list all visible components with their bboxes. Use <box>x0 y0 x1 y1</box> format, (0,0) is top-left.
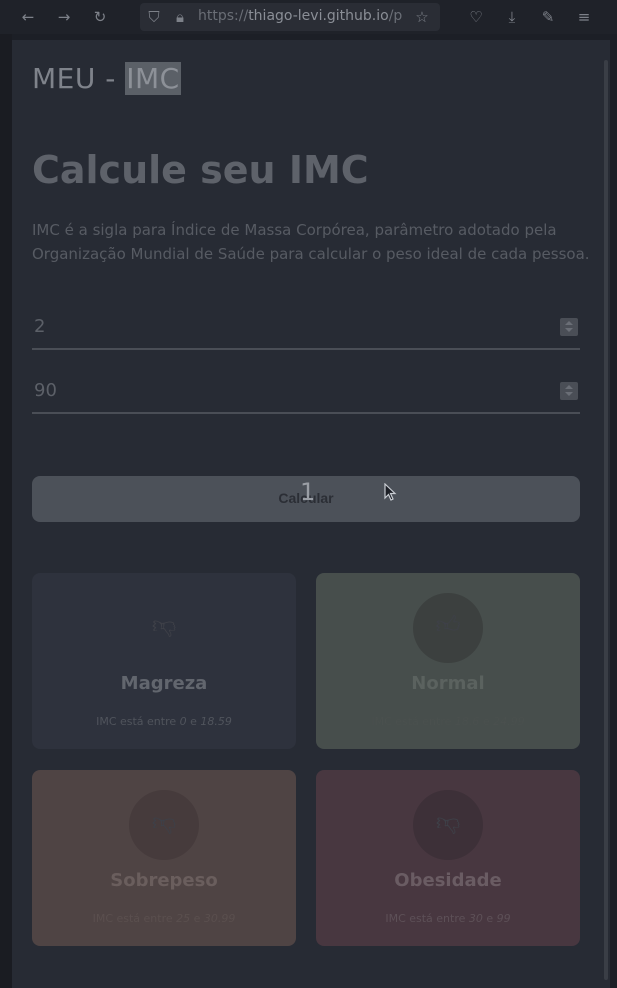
category-name: Magreza <box>120 673 208 694</box>
category-name: Obesidade <box>394 870 502 891</box>
page-description: IMC é a sigla para Índice de Massa Corpó… <box>32 221 590 263</box>
result-value: 1 <box>300 478 316 506</box>
height-stepper[interactable] <box>560 318 578 336</box>
category-range: IMC está entre 30 e 99 <box>385 912 511 925</box>
thumbs-down-icon: 👎︎ <box>151 611 177 639</box>
thumbs-up-icon: 👍︎ <box>435 611 461 639</box>
scrollbar[interactable] <box>604 60 608 980</box>
lock-icon[interactable]: 🔒︎ <box>170 7 190 27</box>
category-card-sobrepeso: 👎︎ Sobrepeso IMC está entre 25 e 30.99 <box>32 770 296 946</box>
height-input[interactable] <box>34 316 534 337</box>
mouse-cursor-icon <box>384 483 397 501</box>
extensions-icon[interactable]: ✎ <box>538 7 558 27</box>
logo-highlight: IMC <box>125 62 181 95</box>
category-range: IMC está entre 25 e 30.99 <box>92 912 236 925</box>
weight-stepper[interactable] <box>560 382 578 400</box>
category-range: IMC está entre 0 e 18.59 <box>96 715 232 728</box>
category-card-normal: 👍︎ Normal IMC está entre 18.6 e 24.99 <box>316 573 580 749</box>
category-range: IMC está entre 18.6 e 24.99 <box>371 715 525 728</box>
page-edge <box>0 34 12 988</box>
logo: MEU - IMC <box>32 62 181 95</box>
pocket-icon[interactable]: ♡ <box>466 7 486 27</box>
download-icon[interactable]: ⤓ <box>502 7 522 27</box>
category-name: Normal <box>411 673 485 694</box>
back-arrow-icon[interactable]: ← <box>18 7 38 27</box>
page-title: Calcule seu IMC <box>32 148 369 192</box>
weight-input[interactable] <box>34 380 534 401</box>
url-text[interactable]: https://thiago-levi.github.io/p <box>198 8 402 24</box>
weight-field[interactable] <box>32 374 580 414</box>
reload-icon[interactable]: ↻ <box>90 7 110 27</box>
browser-toolbar: ← → ↻ ⛉ 🔒︎ https://thiago-levi.github.io… <box>0 0 617 34</box>
forward-arrow-icon[interactable]: → <box>54 7 74 27</box>
category-card-magreza: 👎︎ Magreza IMC está entre 0 e 18.59 <box>32 573 296 749</box>
shield-icon[interactable]: ⛉ <box>144 7 164 27</box>
menu-icon[interactable]: ≡ <box>574 7 594 27</box>
thumbs-down-icon: 👎︎ <box>435 808 461 836</box>
thumbs-down-icon: 👎︎ <box>151 808 177 836</box>
category-name: Sobrepeso <box>110 870 218 891</box>
star-icon[interactable]: ☆ <box>412 7 432 27</box>
category-card-obesidade: 👎︎ Obesidade IMC está entre 30 e 99 <box>316 770 580 946</box>
height-field[interactable] <box>32 310 580 350</box>
url-bar[interactable]: ⛉ 🔒︎ https://thiago-levi.github.io/p ☆ <box>140 3 440 31</box>
